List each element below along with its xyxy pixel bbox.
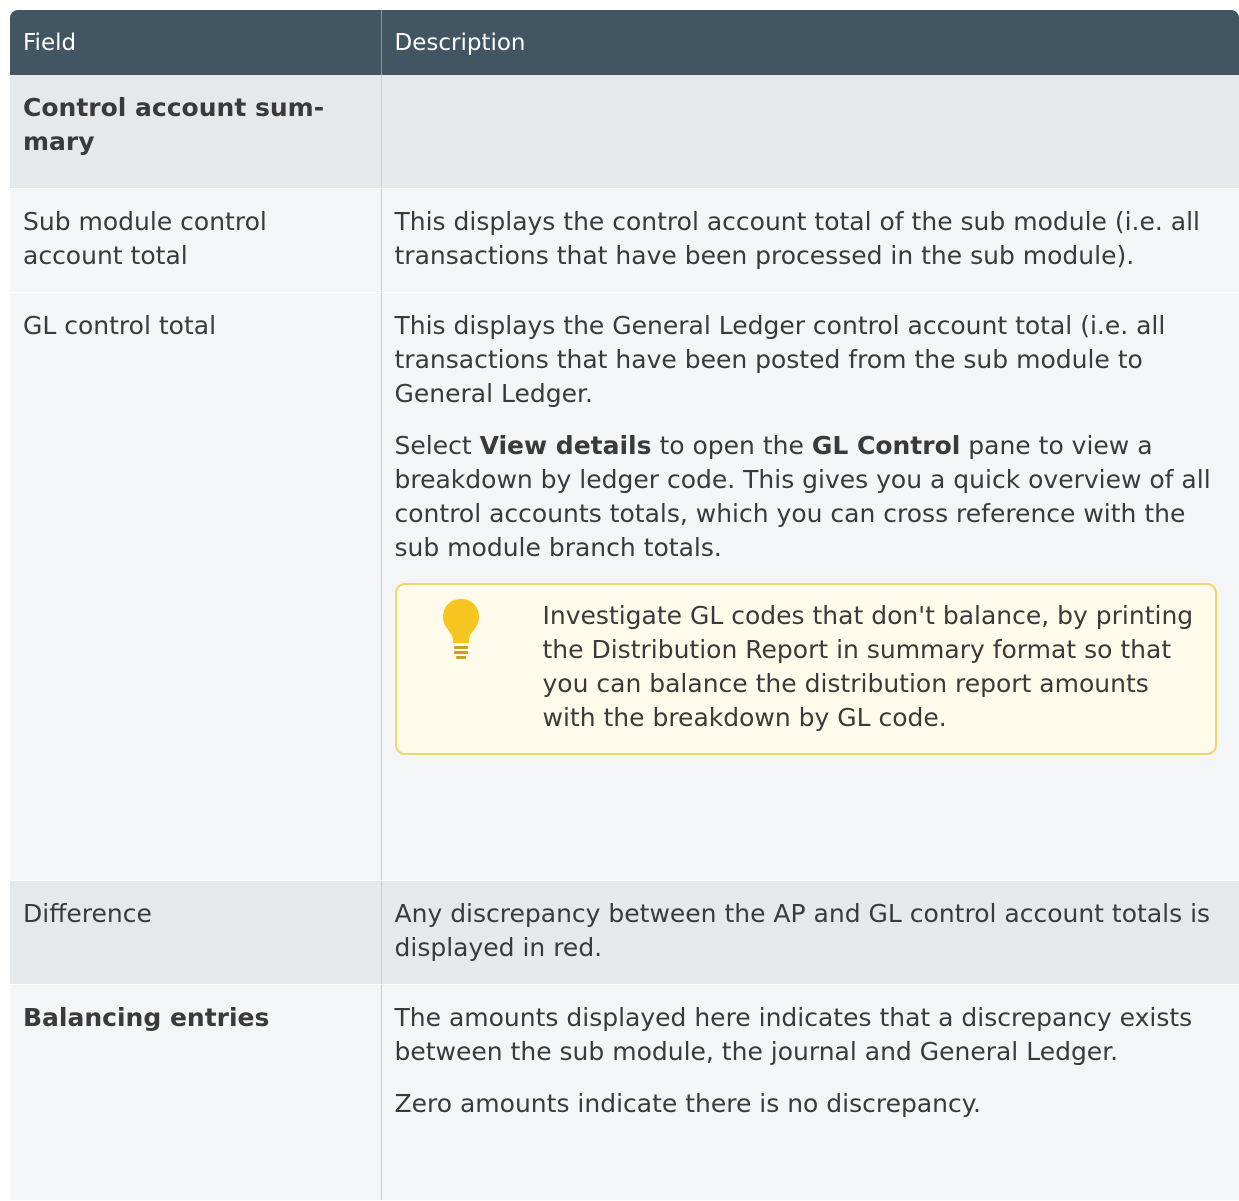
text-fragment: Select — [394, 430, 480, 460]
field-description-table: Field Description Control account sum- m… — [10, 10, 1239, 1201]
section-heading-balancing-entries: Balancing entries — [23, 1002, 270, 1032]
description-text: Zero amounts indicate there is no discre… — [394, 1088, 981, 1118]
field-label-line2: account total — [23, 240, 188, 270]
description-text: This displays the control account total … — [394, 206, 1200, 270]
field-cell: Balancing entries — [10, 984, 382, 1201]
description-cell: This displays the control account total … — [381, 188, 1239, 293]
ui-term-gl-control: GL Control — [811, 430, 961, 460]
header-description: Description — [381, 10, 1239, 75]
header-field: Field — [10, 10, 382, 75]
table-row-difference: Difference Any discrepancy between the A… — [10, 880, 1239, 985]
field-label: Difference — [23, 898, 152, 928]
table-row-balancing-entries: Balancing entries The amounts displayed … — [10, 984, 1239, 1201]
description-cell — [381, 75, 1239, 189]
field-label-line1: Sub module control — [23, 206, 267, 236]
field-cell: GL control total — [10, 292, 382, 881]
description-cell: Any discrepancy between the AP and GL co… — [381, 880, 1239, 985]
section-heading-control-summary: Control account sum- mary — [23, 93, 325, 156]
lightbulb-icon — [442, 598, 479, 659]
table-row-control-summary: Control account sum- mary — [10, 75, 1239, 189]
field-cell: Difference — [10, 880, 382, 985]
field-label: GL control total — [23, 310, 217, 340]
description-text: The amounts displayed here indicates tha… — [394, 1002, 1193, 1066]
ui-term-view-details: View details — [479, 430, 652, 460]
field-cell: Sub module control account total — [10, 188, 382, 293]
description-text-view-details: Select View details to open the GL Contr… — [395, 429, 1227, 565]
description-text: Any discrepancy between the AP and GL co… — [394, 898, 1211, 962]
table-row-gl-control-total: GL control total This displays the Gener… — [10, 292, 1239, 881]
description-text: This displays the General Ledger control… — [394, 310, 1166, 408]
tip-text: Investigate GL codes that don't balance,… — [542, 600, 1194, 732]
tip-callout: Investigate GL codes that don't balance,… — [394, 582, 1217, 755]
text-fragment: to open the — [651, 430, 812, 460]
table-row-sub-module-total: Sub module control account total This di… — [10, 188, 1239, 293]
table-header-row: Field Description — [10, 10, 1239, 75]
description-cell: The amounts displayed here indicates tha… — [381, 984, 1239, 1201]
field-cell: Control account sum- mary — [10, 75, 382, 189]
description-cell: This displays the General Ledger control… — [381, 292, 1239, 881]
